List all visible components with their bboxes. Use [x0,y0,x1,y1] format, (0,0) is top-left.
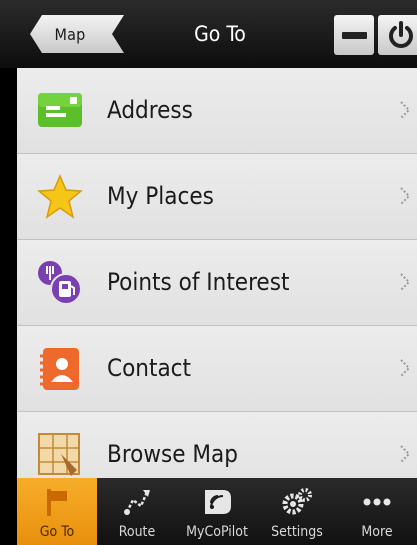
list-item-label: Browse Map [107,440,238,468]
list-item-my-places[interactable]: My Places [17,154,417,240]
poi-icon [38,261,82,305]
list-item-address[interactable]: Address [17,68,417,154]
chevron-right-icon [400,187,411,205]
list-item-points-of-interest[interactable]: Points of Interest [17,240,417,326]
list-item-label: Points of Interest [107,268,290,296]
browse-map-icon [38,433,80,476]
tab-label: Route [118,524,156,540]
app-screen: Map Go To Address My Places Points of In… [0,0,417,545]
tab-label: More [361,524,393,540]
list-item-label: My Places [107,182,214,210]
tab-label: Settings [271,524,323,540]
bottom-tab-bar: Go To Route MyCoPilot Settings More [17,478,417,545]
minimize-button[interactable] [334,15,374,55]
header-bar: Map Go To [0,0,417,68]
chevron-right-icon [400,359,411,377]
tab-label: Go To [39,524,75,540]
star-icon [37,174,83,219]
tab-settings[interactable]: Settings [257,478,337,545]
back-button-label: Map [54,24,86,44]
tab-go-to[interactable]: Go To [17,478,97,545]
back-to-map-button[interactable]: Map [30,15,124,53]
power-icon [388,21,413,48]
flag-icon [47,489,67,516]
contact-icon [40,348,79,390]
page-title: Go To [194,22,246,46]
tab-more[interactable]: More [337,478,417,545]
goto-options-list: Address My Places Points of Interest Con… [17,68,417,478]
route-icon [124,490,150,515]
power-button[interactable] [378,15,417,55]
list-item-contact[interactable]: Contact [17,326,417,412]
chevron-right-icon [400,273,411,291]
gears-icon [282,488,312,515]
chevron-right-icon [400,445,411,463]
address-card-icon [38,93,82,127]
list-item-browse-map[interactable]: Browse Map [17,412,417,478]
more-dots-icon [363,498,391,506]
tab-mycopilot[interactable]: MyCoPilot [177,478,257,545]
list-item-label: Contact [107,354,191,382]
list-item-label: Address [107,96,193,124]
tab-label: MyCoPilot [186,524,248,540]
minimize-icon [341,31,367,39]
mycopilot-icon [205,490,231,514]
tab-route[interactable]: Route [97,478,177,545]
chevron-right-icon [400,101,411,119]
